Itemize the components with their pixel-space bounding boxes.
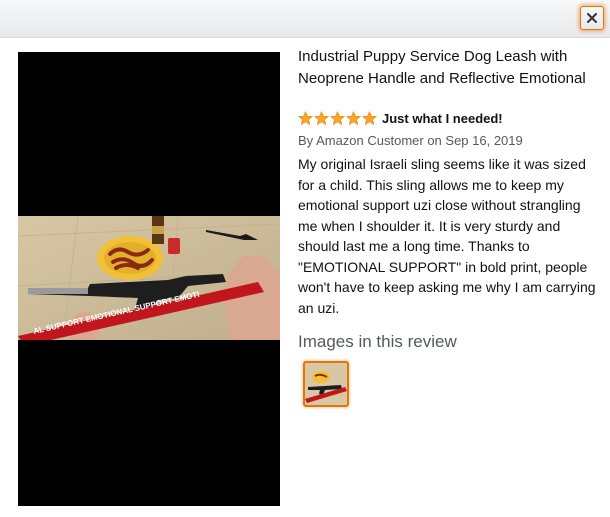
close-icon — [587, 13, 597, 23]
modal-header — [0, 0, 610, 38]
product-title: Industrial Puppy Service Dog Leash with … — [298, 48, 586, 87]
star-rating — [298, 110, 377, 126]
review-photo: AL SUPPORT EMOTIONAL SUPPORT EMOTI — [18, 216, 280, 340]
review-photo-illustration: AL SUPPORT EMOTIONAL SUPPORT EMOTI — [18, 216, 280, 340]
star-icon — [362, 110, 377, 125]
review-title: Just what I needed! — [382, 110, 503, 126]
star-icon — [330, 110, 345, 125]
close-button[interactable] — [580, 6, 604, 30]
review-details: Industrial Puppy Service Dog Leash with … — [298, 46, 598, 407]
thumbnail-image — [305, 363, 347, 405]
images-heading: Images in this review — [298, 332, 457, 351]
star-icon — [346, 110, 361, 125]
star-icon — [314, 110, 329, 125]
review-byline: By Amazon Customer on Sep 16, 2019 — [298, 133, 523, 148]
review-rating-row: Just what I needed! — [298, 109, 598, 127]
star-icon — [298, 110, 313, 125]
review-body: My original Israeli sling seems like it … — [298, 156, 596, 316]
review-image-viewer: AL SUPPORT EMOTIONAL SUPPORT EMOTI — [18, 52, 280, 506]
review-image-thumbnail[interactable] — [303, 361, 349, 407]
